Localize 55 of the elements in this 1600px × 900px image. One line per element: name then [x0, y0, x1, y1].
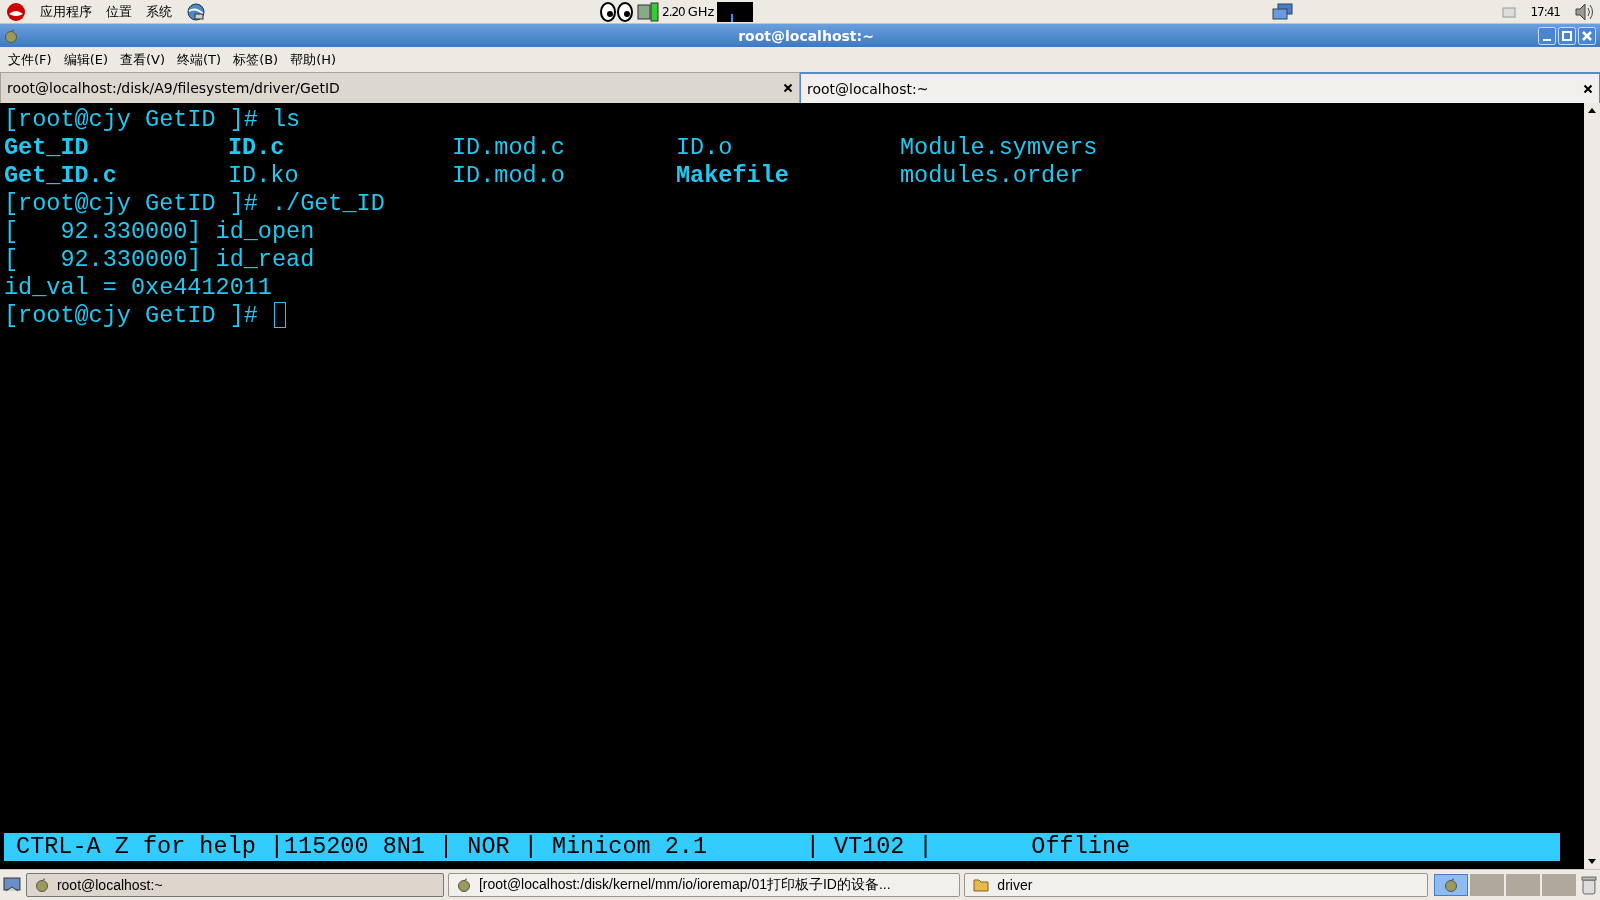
workspace-button[interactable] — [1506, 874, 1541, 896]
terminal-line: [root@cjy GetID ]# — [4, 302, 258, 330]
cpu-battery-icon — [637, 1, 659, 22]
menu-item[interactable]: 文件(F) — [8, 50, 52, 69]
apple-icon — [1444, 878, 1459, 892]
apple-icon — [4, 28, 18, 43]
clock[interactable]: 17:41 — [1530, 4, 1560, 19]
workspace-button[interactable] — [1470, 874, 1505, 896]
minimize-icon[interactable] — [1538, 26, 1556, 45]
file-name: Makefile — [676, 162, 790, 190]
file-name: ID.o — [676, 134, 734, 162]
cpu-frequency-unit: GHz — [687, 4, 715, 19]
system-monitor-graph — [717, 1, 754, 22]
speaker-icon — [1574, 1, 1594, 22]
network-icon — [1272, 2, 1295, 21]
hat-logo-icon — [6, 1, 26, 22]
file-name: Get_ID — [4, 134, 90, 162]
file-name: ID.ko — [228, 162, 300, 190]
menu-item[interactable]: 编辑(E) — [63, 50, 108, 69]
terminal-line: [ 92.330000] id_read — [4, 246, 315, 274]
close-icon[interactable] — [783, 83, 793, 93]
menu-item[interactable]: 标签(B) — [233, 50, 279, 69]
file-name: Module.symvers — [900, 134, 1099, 162]
terminal-tab[interactable]: root@localhost:~ — [800, 72, 1600, 103]
terminal-tab[interactable]: root@localhost:/disk/A9/filesystem/driver/GetID — [0, 72, 800, 103]
terminal-line: [root@cjy GetID ]# ls — [4, 106, 301, 134]
terminal-line: [root@cjy GetID ]# ./Get_ID — [4, 190, 385, 218]
menu-item[interactable]: 帮助(H) — [290, 50, 337, 69]
terminal-line: [ 92.330000] id_open — [4, 218, 315, 246]
file-name: ID.mod.c — [452, 134, 566, 162]
eyes-icon — [600, 1, 634, 22]
globe-mouse-icon — [186, 1, 206, 22]
taskbar-button[interactable]: root@localhost:~ — [25, 873, 444, 897]
apple-icon — [456, 878, 471, 892]
taskbar-button[interactable]: [root@localhost:/disk/kernel/mm/io/ioremap/01打印板子ID的设备... — [447, 873, 961, 897]
menu-item[interactable]: 查看(V) — [120, 50, 166, 69]
maximize-icon[interactable] — [1558, 26, 1576, 45]
folder-icon — [973, 878, 990, 892]
file-name: Get_ID.c — [4, 162, 118, 190]
workspace-button[interactable] — [1542, 874, 1577, 896]
window-title: root@localhost:~ — [737, 27, 874, 44]
file-name: ID.mod.o — [452, 162, 566, 190]
file-name: modules.order — [900, 162, 1085, 190]
apple-icon — [34, 878, 49, 892]
panel-menu[interactable]: 应用程序 — [40, 2, 92, 21]
workspace-button[interactable] — [1434, 874, 1469, 896]
taskbar-button[interactable]: driver — [964, 873, 1429, 897]
panel-menu[interactable]: 位置 — [106, 2, 132, 21]
panel-menu[interactable]: 系统 — [146, 2, 172, 21]
cpu-frequency: 2.20 — [662, 4, 685, 19]
terminal-line: id_val = 0xe4412011 — [4, 274, 272, 302]
trash-icon[interactable] — [1580, 875, 1598, 895]
file-name: ID.c — [228, 134, 286, 162]
menu-item[interactable]: 终端(T) — [177, 50, 222, 69]
close-icon[interactable] — [1583, 83, 1593, 94]
